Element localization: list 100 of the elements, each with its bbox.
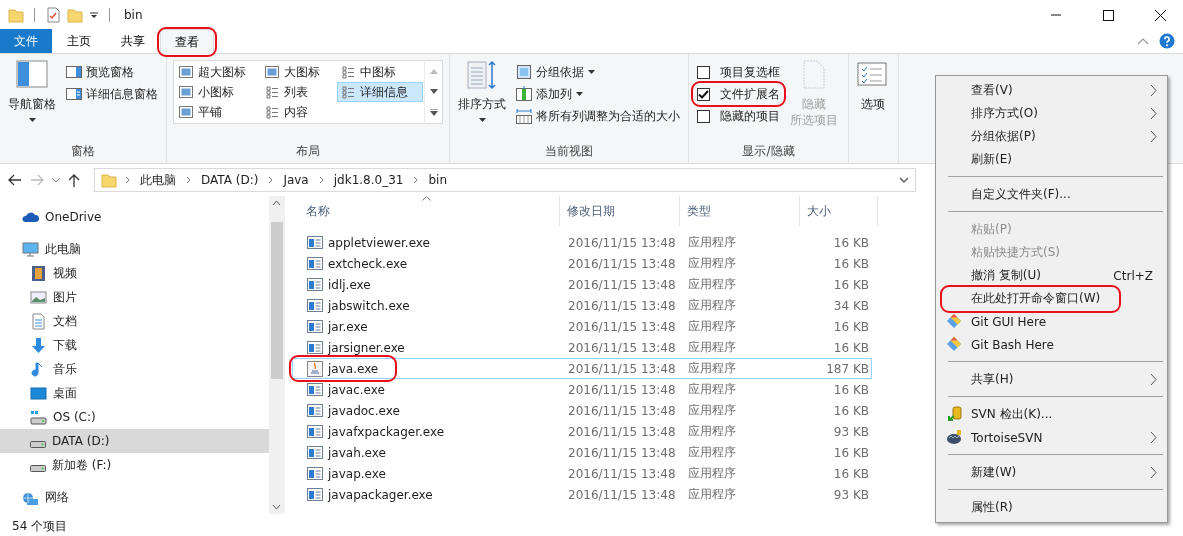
file-row[interactable]: javac.exe 2016/11/15 13:48 应用程序 16 KB (292, 379, 872, 400)
menu-item[interactable]: 刷新(E) (938, 148, 1165, 171)
layout-option[interactable]: 超大图标 (175, 62, 257, 82)
layout-option[interactable]: 详细信息 (337, 82, 423, 102)
file-row[interactable]: jar.exe 2016/11/15 13:48 应用程序 16 KB (292, 316, 872, 337)
nav-item[interactable]: 视频 (0, 261, 269, 285)
customize-caret-icon[interactable] (89, 10, 99, 20)
menu-item[interactable]: SVN 检出(K)... (938, 403, 1165, 426)
nav-item[interactable]: 图片 (0, 285, 269, 309)
properties-icon[interactable] (45, 7, 61, 23)
collapse-ribbon-icon[interactable] (1137, 37, 1149, 45)
nav-item[interactable]: 音乐 (0, 357, 269, 381)
chevron-icon[interactable] (268, 176, 274, 184)
nav-item[interactable]: 下载 (0, 333, 269, 357)
file-row[interactable]: appletviewer.exe 2016/11/15 13:48 应用程序 16 KB (292, 232, 872, 253)
application-icon (307, 297, 323, 314)
file-row[interactable]: javapackager.exe 2016/11/15 13:48 应用程序 93 KB (292, 484, 872, 505)
file-row[interactable]: javafxpackager.exe 2016/11/15 13:48 应用程序 93 KB (292, 421, 872, 442)
file-row[interactable]: jabswitch.exe 2016/11/15 13:48 应用程序 34 KB (292, 295, 872, 316)
chevron-icon[interactable] (318, 176, 324, 184)
menu-item[interactable]: Git GUI Here (938, 310, 1165, 333)
checkbox[interactable] (697, 65, 710, 79)
ribbon-button[interactable]: 添加列 (514, 84, 682, 104)
nav-item[interactable]: DATA (D:) (0, 429, 269, 453)
ribbon-tab[interactable]: 查看 (160, 29, 214, 54)
file-type: 应用程序 (687, 339, 737, 356)
up-icon[interactable] (68, 173, 80, 187)
layout-option[interactable]: 内容 (261, 102, 333, 122)
maximize-icon[interactable] (1102, 9, 1114, 21)
breadcrumb[interactable]: Java (281, 173, 311, 187)
breadcrumb[interactable]: jdk1.8.0_31 (331, 173, 406, 187)
column-header[interactable]: 修改日期 (560, 196, 680, 226)
close-icon[interactable] (1154, 9, 1166, 21)
ribbon-button[interactable]: 预览窗格 (64, 62, 160, 82)
column-header[interactable]: 大小 (800, 196, 878, 226)
scroll-up-icon[interactable] (272, 200, 281, 205)
chevron-icon[interactable] (413, 176, 419, 184)
layout-option[interactable]: 中图标 (337, 62, 423, 82)
address-bar[interactable]: 此电脑 DATA (D:) Java jdk1.8.0_31 bin (94, 168, 916, 192)
menu-item[interactable]: 共享(H) (938, 368, 1165, 391)
menu-item[interactable]: TortoiseSVN (938, 426, 1165, 449)
breadcrumb[interactable]: bin (426, 173, 449, 187)
preview-pane-icon (66, 64, 82, 80)
file-row[interactable]: jarsigner.exe 2016/11/15 13:48 应用程序 16 KB (292, 337, 872, 358)
column-header[interactable]: 名称 (290, 196, 560, 226)
nav-item[interactable]: OneDrive (0, 205, 269, 229)
file-row[interactable]: javap.exe 2016/11/15 13:48 应用程序 16 KB (292, 463, 872, 484)
nav-item[interactable]: 网络 (0, 485, 269, 509)
menu-item[interactable]: 撤消 复制(U) Ctrl+Z (938, 264, 1165, 287)
menu-item[interactable]: 新建(W) (938, 461, 1165, 484)
file-row[interactable]: idlj.exe 2016/11/15 13:48 应用程序 16 KB (292, 274, 872, 295)
file-row[interactable]: extcheck.exe 2016/11/15 13:48 应用程序 16 KB (292, 253, 872, 274)
back-icon[interactable] (8, 174, 22, 186)
navigation-pane-icon (16, 60, 48, 90)
layout-option[interactable]: 列表 (261, 82, 333, 102)
nav-item[interactable]: 此电脑 (0, 237, 269, 261)
scrollbar[interactable] (269, 196, 284, 514)
file-row[interactable]: java.exe 2016/11/15 13:48 应用程序 187 KB (292, 358, 872, 379)
checkbox[interactable] (697, 87, 710, 101)
layout-option[interactable]: 小图标 (175, 82, 257, 102)
layout-option[interactable]: 平铺 (175, 102, 257, 122)
menu-item[interactable]: 在此处打开命令窗口(W) (938, 287, 1165, 310)
dropdown-icon[interactable] (899, 177, 909, 183)
menu-item[interactable]: 属性(R) (938, 496, 1165, 519)
layout-option[interactable]: 大图标 (261, 62, 333, 82)
checkbox[interactable] (697, 109, 710, 123)
ribbon-button[interactable]: 将所有列调整为合适的大小 (514, 106, 682, 126)
file-type: 应用程序 (687, 255, 737, 272)
nav-item[interactable]: 新加卷 (F:) (0, 453, 269, 477)
recent-locations-icon[interactable] (52, 177, 60, 183)
column-header[interactable]: 类型 (680, 196, 800, 226)
breadcrumb[interactable]: 此电脑 (138, 171, 178, 189)
ribbon-button[interactable]: 导航窗格 (6, 58, 58, 124)
nav-item[interactable]: 文档 (0, 309, 269, 333)
nav-item[interactable]: OS (C:) (0, 405, 269, 429)
file-row[interactable]: javah.exe 2016/11/15 13:48 应用程序 16 KB (292, 442, 872, 463)
file-row[interactable]: javadoc.exe 2016/11/15 13:48 应用程序 16 KB (292, 400, 872, 421)
nav-item[interactable]: 桌面 (0, 381, 269, 405)
menu-item[interactable]: 分组依据(P) (938, 125, 1165, 148)
view-icon (179, 65, 193, 79)
ribbon-button[interactable]: 排序方式 (456, 58, 508, 124)
chevron-icon[interactable] (125, 176, 130, 184)
scrollbar-thumb[interactable] (270, 221, 283, 379)
group-by-icon (516, 64, 532, 80)
ribbon-button[interactable]: 详细信息窗格 (64, 84, 160, 104)
menu-item[interactable]: 查看(V) (938, 79, 1165, 102)
menu-item[interactable]: 自定义文件夹(F)... (938, 183, 1165, 206)
menu-item[interactable]: 排序方式(O) (938, 102, 1165, 125)
breadcrumb[interactable]: DATA (D:) (199, 173, 261, 187)
expand-gallery-icon[interactable] (429, 108, 438, 116)
ribbon-tab[interactable]: 文件 (0, 29, 52, 53)
ribbon-button[interactable]: 选项 (855, 58, 891, 114)
ribbon-tab[interactable]: 主页 (52, 29, 106, 53)
scroll-down-icon[interactable] (272, 505, 281, 510)
ribbon-button[interactable]: 分组依据 (514, 62, 682, 82)
ribbon-tab[interactable]: 共享 (106, 29, 160, 53)
menu-item[interactable]: Git Bash Here (938, 333, 1165, 356)
help-icon[interactable] (1159, 33, 1175, 49)
chevron-icon[interactable] (186, 176, 191, 184)
scroll-down-icon[interactable] (429, 88, 438, 94)
